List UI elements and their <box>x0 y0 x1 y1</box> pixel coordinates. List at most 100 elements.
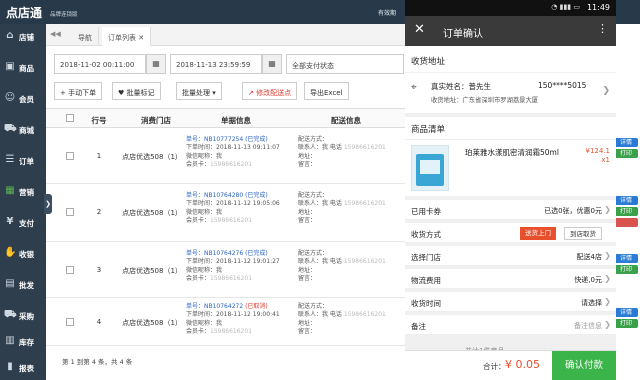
grid-icon: ▦ <box>5 185 15 196</box>
detail-button[interactable]: 详情 <box>614 254 638 263</box>
store-value: 配送4店 <box>576 253 602 261</box>
row-checkbox[interactable] <box>66 152 74 160</box>
delivery-address: 地址： <box>298 266 317 274</box>
table-row[interactable]: 2 点店优选508（1） 单号：NB10764280 (已完成) 下单时间：20… <box>46 184 406 242</box>
sidebar-item-members[interactable]: ☺ 会员 <box>0 86 46 111</box>
row-label: 选择门店 <box>411 253 441 262</box>
sidebar-item-goods[interactable]: ▣ 商品 <box>0 55 46 80</box>
detail-button[interactable]: 详情 <box>614 138 638 147</box>
receiver-phone: 150****5015 <box>538 81 587 90</box>
calendar-icon[interactable]: ▦ <box>262 54 282 74</box>
start-date-input[interactable]: 2018-11-02 00:11:00 <box>54 54 146 74</box>
shipping-fee-row[interactable]: 物流费用 快递,0元 ❯ <box>405 269 616 289</box>
detail-button[interactable]: 详情 <box>614 308 638 317</box>
sidebar-item-store[interactable]: ⌂ 店铺 <box>0 24 46 49</box>
shipping-fee-value: 快递,0元 <box>574 276 602 284</box>
sidebar-item-reports[interactable]: ▮ 报表 <box>0 355 46 380</box>
tab-back-icon[interactable]: ◀◀ <box>50 30 61 38</box>
tab-order-list[interactable]: 订单列表 ✕ <box>102 27 152 46</box>
sidebar-item-payment[interactable]: ¥ 支付 <box>0 210 46 235</box>
order-status: (已取消) <box>245 303 268 310</box>
extra-action-button[interactable] <box>614 218 638 227</box>
order-number[interactable]: 单号：NB10764280 <box>186 192 243 199</box>
home-delivery-option[interactable]: 送货上门 <box>520 227 556 240</box>
app-header: ✕ 订单确认 ⋮ <box>405 16 616 46</box>
print-button[interactable]: 打印 <box>614 319 638 328</box>
calendar-icon[interactable]: ▦ <box>146 54 166 74</box>
print-button[interactable]: 打印 <box>614 207 638 216</box>
member-card-label: 会员卡： <box>186 274 211 282</box>
confirm-pay-button[interactable]: 确认付款 <box>552 351 616 380</box>
delivery-time-row[interactable]: 收货时间 请选择 ❯ <box>405 292 616 312</box>
order-number[interactable]: 单号：NB10764276 <box>186 250 243 257</box>
end-date-input[interactable]: 2018-11-13 23:59:59 <box>170 54 262 74</box>
table-row[interactable]: 1 点店优选508（1） 单号：NB10777254 (已完成) 下单时间：20… <box>46 128 406 184</box>
product-item[interactable]: 珀莱雅水漾肌密清润霜50ml ¥124.1 x1 <box>405 140 616 196</box>
member-card-label: 会员卡： <box>186 327 211 335</box>
receiver-address: 收货地址：广东省深圳市罗湖荔景大厦 <box>431 97 539 104</box>
delivery-note: 留言： <box>298 216 317 224</box>
batch-process-button[interactable]: 批量处理 ▾ <box>176 82 222 100</box>
member-card: 15986616201 <box>210 160 253 168</box>
manual-order-button[interactable]: + 手动下单 <box>54 82 103 100</box>
address-section-header: 收货地址 <box>405 46 616 72</box>
validity-link[interactable]: 有效期 <box>378 8 396 17</box>
more-menu-icon[interactable]: ⋮ <box>597 22 608 35</box>
batch-mark-button[interactable]: ♥ 批量标记 <box>112 82 161 100</box>
member-card-label: 会员卡： <box>186 160 211 168</box>
address-card[interactable]: ⌖ 真实姓名：普先生 150****5015 收货地址：广东省深圳市罗湖荔景大厦… <box>405 73 616 113</box>
tab-bar: ◀◀ 导航 订单列表 ✕ <box>46 24 406 46</box>
sidebar-item-marketing[interactable]: ▦ 营销 <box>0 179 46 204</box>
member-card: 15986616201 <box>210 274 253 282</box>
order-number[interactable]: 单号：NB10777254 <box>186 136 243 143</box>
contact-phone: 15986616201 <box>343 258 386 266</box>
select-all-checkbox[interactable] <box>66 114 74 122</box>
print-button[interactable]: 打印 <box>614 149 638 158</box>
row-checkbox[interactable] <box>66 266 74 274</box>
brand-logo: 点店通 <box>6 6 43 20</box>
close-icon[interactable]: ✕ <box>414 22 425 37</box>
export-excel-button[interactable]: 导出Excel <box>304 82 349 100</box>
sidebar-item-orders[interactable]: ☰ 订单 <box>0 148 46 173</box>
checkout-bar: 合计： ¥ 0.05 确认付款 <box>405 350 616 380</box>
delivery-note: 留言： <box>298 160 317 168</box>
tab-nav[interactable]: 导航 <box>72 27 99 46</box>
sidebar-item-wholesale[interactable]: ▤ 批发 <box>0 272 46 297</box>
table-row[interactable]: 4 点店优选508（1） 单号：NB10764272 (已取消) 下单时间：20… <box>46 298 406 346</box>
contact-label: 联系人：我 电话 <box>298 200 342 208</box>
total-label: 合计： <box>483 362 506 371</box>
sidebar-item-label: 店铺 <box>19 33 34 42</box>
row-store: 点店优选508（1） <box>122 209 182 217</box>
row-checkbox[interactable] <box>66 208 74 216</box>
sidebar: ⌂ 店铺 ▣ 商品 ☺ 会员 ⛟ 商城 ☰ 订单 ▦ 营销 ¥ 支付 ✋ 收银 ▤ 批发 ⛟ 采购 … <box>0 24 46 380</box>
change-delivery-button[interactable]: ↗ 修改配送点 <box>242 82 298 100</box>
row-label: 物流费用 <box>411 276 441 285</box>
print-button[interactable]: 打印 <box>614 265 638 274</box>
wechat-nickname: 微信昵称：我 <box>186 266 223 274</box>
order-info: 单号：NB10764276 (已完成) 下单时间：2018-11-12 19:0… <box>186 250 280 283</box>
payment-status-select[interactable]: 全部支付状态 <box>286 54 404 74</box>
sidebar-item-inventory[interactable]: ▥ 库存 <box>0 329 46 354</box>
member-card: 15986616201 <box>210 216 253 224</box>
cart-icon: ⛟ <box>4 123 17 134</box>
signal-icon: ◔ ▮▮▮ ▭ <box>551 3 580 11</box>
sidebar-item-mall[interactable]: ⛟ 商城 <box>0 117 46 142</box>
coupon-row[interactable]: 已用卡券 已选0张，优惠0元 ❯ <box>405 200 616 220</box>
sidebar-item-label: 采购 <box>19 312 34 321</box>
table-row[interactable]: 3 点店优选508（1） 单号：NB10764276 (已完成) 下单时间：20… <box>46 242 406 298</box>
row-actions: 详情 打印 <box>614 138 638 160</box>
detail-button[interactable]: 详情 <box>614 196 638 205</box>
order-info: 单号：NB10764280 (已完成) 下单时间：2018-11-12 19:0… <box>186 192 280 225</box>
row-checkbox[interactable] <box>66 318 74 326</box>
sidebar-item-purchase[interactable]: ⛟ 采购 <box>0 303 46 328</box>
select-store-row[interactable]: 选择门店 配送4店 ❯ <box>405 246 616 266</box>
pagination-summary: 第 1 到第 4 条，共 4 条 <box>62 358 133 366</box>
contact-label: 联系人：我 电话 <box>298 258 342 266</box>
store-pickup-option[interactable]: 到店取货 <box>564 227 602 240</box>
sidebar-item-cashier[interactable]: ✋ 收银 <box>0 241 46 266</box>
remark-input[interactable]: 备注信息 <box>574 321 602 331</box>
order-number[interactable]: 单号：NB10764272 <box>186 303 243 310</box>
sidebar-item-label: 支付 <box>19 219 34 228</box>
remark-row[interactable]: 备注 备注信息 ❯ <box>405 315 616 335</box>
sidebar-item-label: 库存 <box>19 338 34 347</box>
